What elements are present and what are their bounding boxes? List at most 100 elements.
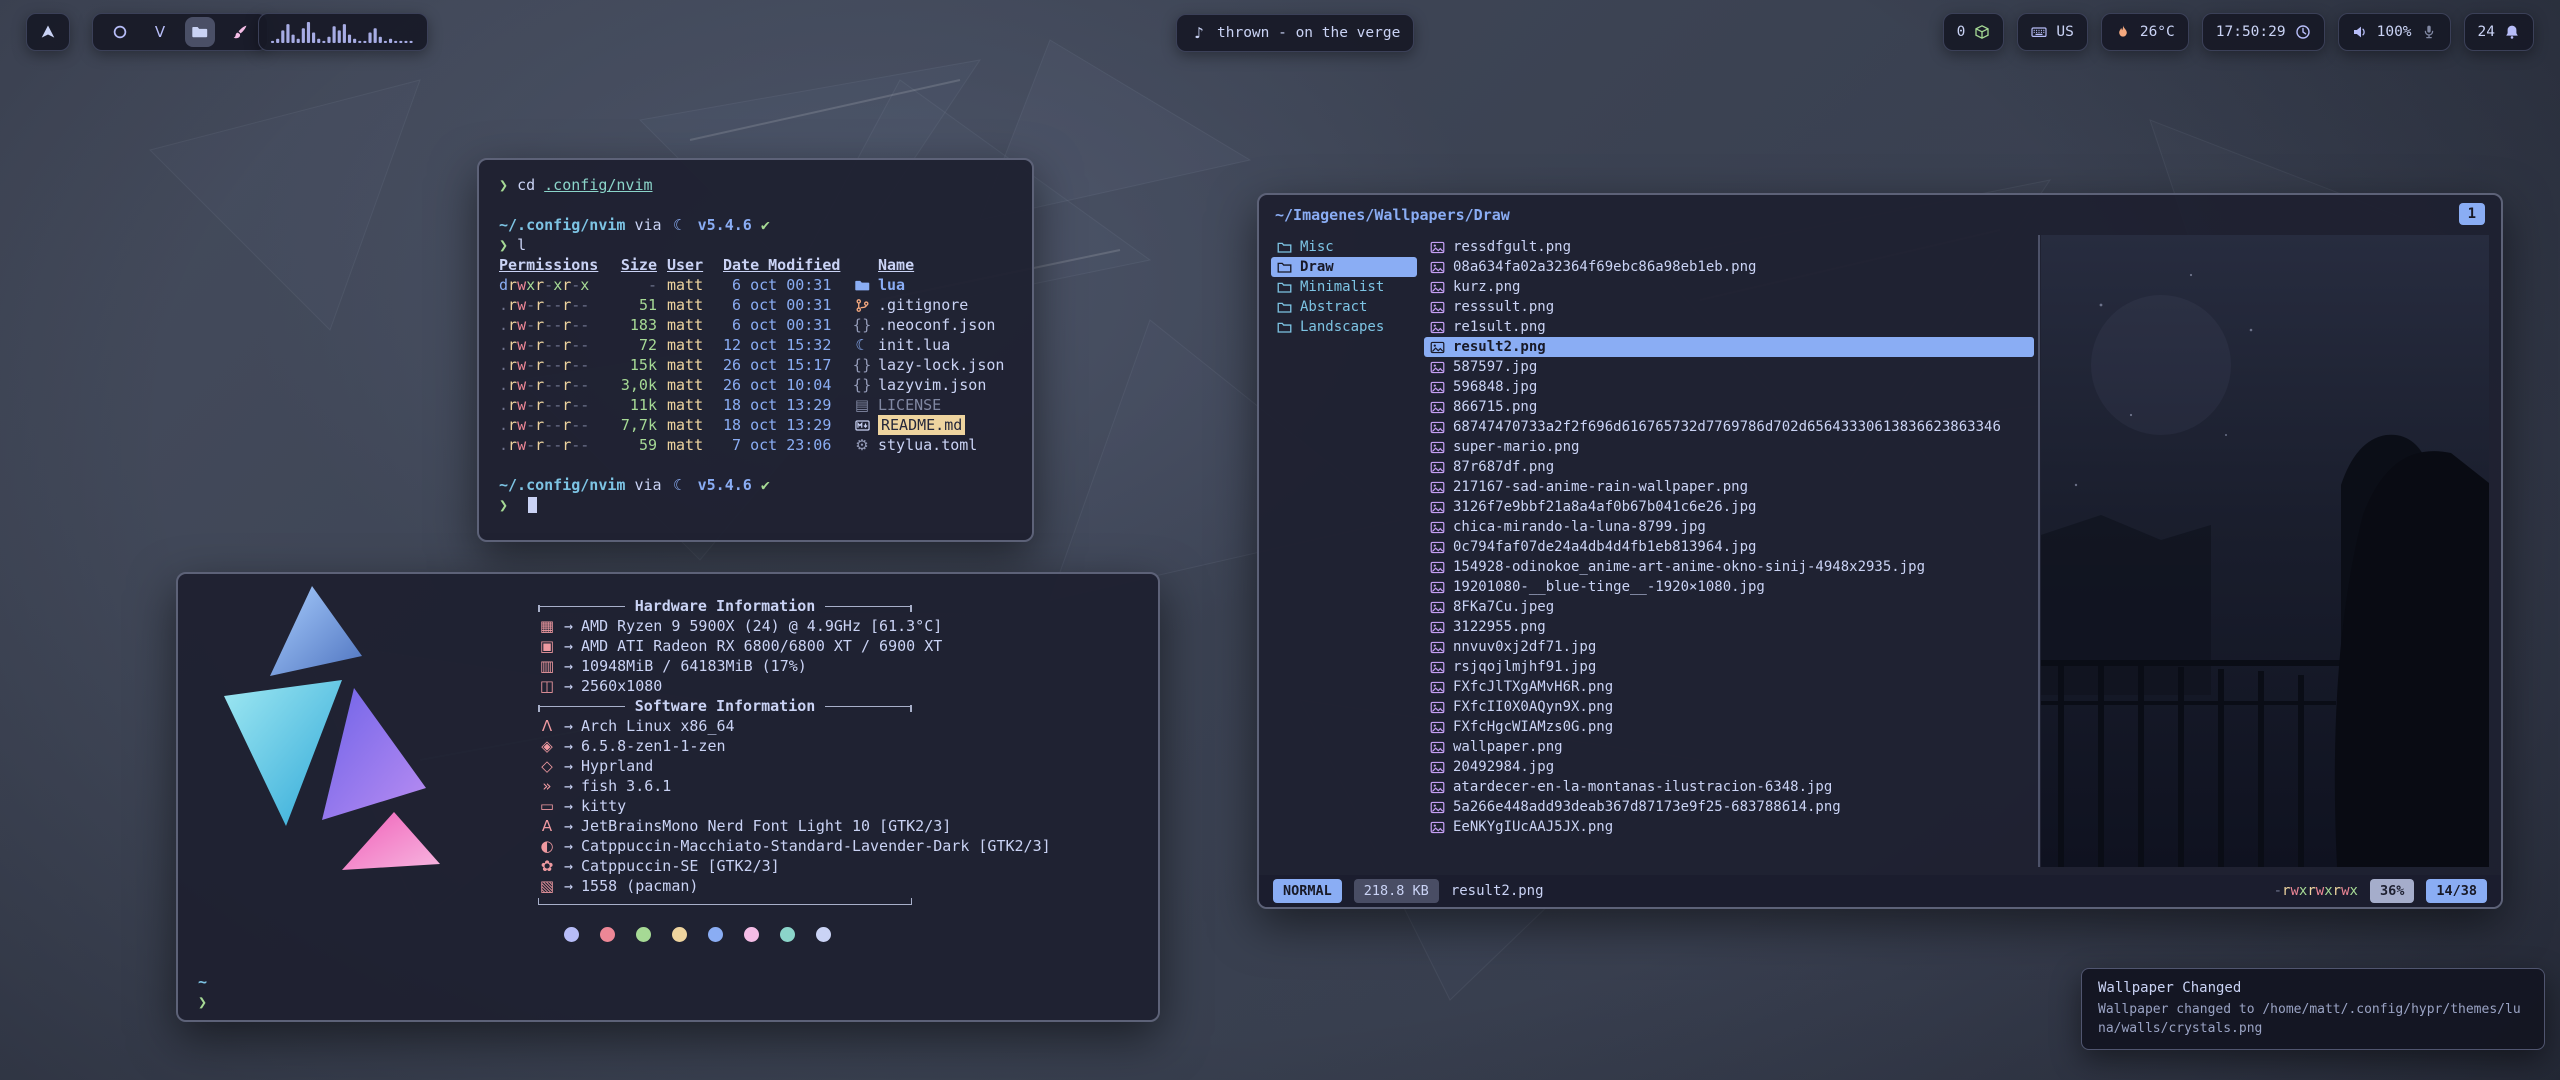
file-item[interactable]: 8FKa7Cu.jpeg — [1424, 597, 2034, 617]
image-icon — [1430, 340, 1445, 355]
fetch-info: Hardware Information▦→AMD Ryzen 9 5900X … — [538, 596, 1051, 942]
theme-icon: ◐ — [538, 839, 556, 854]
file-item[interactable]: atardecer-en-la-montanas-ilustracion-634… — [1424, 777, 2034, 797]
file-item[interactable]: 0c794faf07de24a4db4d4fb1eb813964.jpg — [1424, 537, 2034, 557]
launcher-button[interactable] — [26, 13, 70, 51]
file-manager-window[interactable]: ~/Imagenes/Wallpapers/Draw 1 MiscDrawMin… — [1257, 193, 2503, 909]
updates-module[interactable]: 0 — [1943, 13, 2005, 51]
music-widget[interactable]: ♪ thrown - on the verge — [1176, 14, 1414, 52]
fetch-row: ◫→2560x1080 — [538, 676, 1051, 696]
directory-item[interactable]: Abstract — [1271, 297, 1417, 317]
file-item[interactable]: EeNKYgIUcAAJ5JX.png — [1424, 817, 2034, 837]
file-item[interactable]: 19201080-__blue-tinge__-1920×1080.jpg — [1424, 577, 2034, 597]
file-item[interactable]: ressdfgult.png — [1424, 237, 2034, 257]
mode-badge: NORMAL — [1273, 879, 1342, 903]
terminal-icon: ▭ — [538, 799, 556, 814]
input-line[interactable]: ❯ — [499, 495, 1012, 515]
file-item[interactable]: resssult.png — [1424, 297, 2034, 317]
clock-module[interactable]: 17:50:29 — [2202, 13, 2325, 51]
file-item[interactable]: 217167-sad-anime-rain-wallpaper.png — [1424, 477, 2034, 497]
arch-icon: Λ — [538, 719, 556, 734]
notifications-module[interactable]: 24 — [2464, 13, 2534, 51]
file-item[interactable]: 68747470733a2f2f696d616765732d7769786d70… — [1424, 417, 2034, 437]
directory-item[interactable]: Landscapes — [1271, 317, 1417, 337]
file-item[interactable]: 154928-odinokoe_anime-art-anime-okno-sin… — [1424, 557, 2034, 577]
color-palette — [564, 927, 1051, 942]
file-item[interactable]: super-mario.png — [1424, 437, 2034, 457]
image-icon — [1430, 620, 1445, 635]
image-icon — [1430, 700, 1445, 715]
lua-moon-icon: ☾ — [671, 218, 689, 233]
fetch-row: Λ→Arch Linux x86_64 — [538, 716, 1051, 736]
image-icon — [1430, 300, 1445, 315]
dir-folder-icon — [1277, 240, 1292, 255]
file-item[interactable]: result2.png — [1424, 337, 2034, 357]
fetch-window[interactable]: Hardware Information▦→AMD Ryzen 9 5900X … — [176, 572, 1160, 1022]
listing-row: .rw-r--r--72matt12 oct 15:32☾init.lua — [499, 335, 1012, 355]
dock-item[interactable] — [185, 17, 215, 47]
image-icon — [1430, 360, 1445, 375]
file-item[interactable]: 596848.jpg — [1424, 377, 2034, 397]
file-item[interactable]: 87r687df.png — [1424, 457, 2034, 477]
shell-prompt[interactable]: ❯ — [198, 992, 207, 1012]
dock-item[interactable] — [225, 17, 255, 47]
palette-dot — [600, 927, 615, 942]
palette-dot — [636, 927, 651, 942]
file-item[interactable]: re1sult.png — [1424, 317, 2034, 337]
system-graph-widget[interactable] — [258, 13, 428, 51]
file-item[interactable]: 3122955.png — [1424, 617, 2034, 637]
keyboard-module[interactable]: US — [2017, 13, 2087, 51]
memory-icon: ▥ — [538, 659, 556, 674]
file-item[interactable]: 5a266e448add93deab367d87173e9f25-6837886… — [1424, 797, 2034, 817]
bell-icon — [2504, 24, 2520, 40]
brush-icon — [232, 24, 248, 40]
palette-dot — [816, 927, 831, 942]
dock-item[interactable]: V — [145, 17, 175, 47]
file-item[interactable]: FXfcII0X0AQyn9X.png — [1424, 697, 2034, 717]
image-icon — [1430, 460, 1445, 475]
file-item[interactable]: wallpaper.png — [1424, 737, 2034, 757]
file-item[interactable]: rsjqojlmjhf91.jpg — [1424, 657, 2034, 677]
browser-icon — [112, 24, 128, 40]
keyboard-icon — [2031, 24, 2047, 40]
file-item[interactable]: chica-mirando-la-luna-8799.jpg — [1424, 517, 2034, 537]
image-preview — [2041, 235, 2489, 867]
palette-dot — [708, 927, 723, 942]
directory-item[interactable]: Draw — [1271, 257, 1417, 277]
arrow-cursor-icon — [40, 24, 56, 40]
palette-dot — [744, 927, 759, 942]
file-item[interactable]: 587597.jpg — [1424, 357, 2034, 377]
image-icon — [1430, 540, 1445, 555]
file-item[interactable]: 866715.png — [1424, 397, 2034, 417]
gpu-icon: ▣ — [538, 639, 556, 654]
fetch-row: A→JetBrainsMono Nerd Font Light 10 [GTK2… — [538, 816, 1051, 836]
icons-icon: ✿ — [538, 859, 556, 874]
tab-badge[interactable]: 1 — [2459, 203, 2485, 225]
file-item[interactable]: nnvuv0xj2df71.jpg — [1424, 637, 2034, 657]
clock-icon — [2295, 24, 2311, 40]
listing-row: .rw-r--r--7,7kmatt18 oct 13:29README.md — [499, 415, 1012, 435]
directory-item[interactable]: Misc — [1271, 237, 1417, 257]
dock-item[interactable] — [105, 17, 135, 47]
shell-icon: » — [538, 779, 556, 794]
file-item[interactable]: 20492984.jpg — [1424, 757, 2034, 777]
fetch-row: ▥→10948MiB / 64183MiB (17%) — [538, 656, 1051, 676]
image-icon — [1430, 240, 1445, 255]
directory-item[interactable]: Minimalist — [1271, 277, 1417, 297]
temperature-module[interactable]: 26°C — [2101, 13, 2189, 51]
file-item[interactable]: FXfcJlTXgAMvH6R.png — [1424, 677, 2034, 697]
file-item[interactable]: 08a634fa02a32364f69ebc86a98eb1eb.png — [1424, 257, 2034, 277]
fetch-row: ▣→AMD ATI Radeon RX 6800/6800 XT / 6900 … — [538, 636, 1051, 656]
image-icon — [1430, 580, 1445, 595]
fetch-row: ▦→AMD Ryzen 9 5900X (24) @ 4.9GHz [61.3°… — [538, 616, 1051, 636]
fetch-row: ◇→Hyprland — [538, 756, 1051, 776]
notification-title: Wallpaper Changed — [2098, 980, 2528, 996]
notification-toast[interactable]: Wallpaper Changed Wallpaper changed to /… — [2081, 968, 2545, 1050]
volume-module[interactable]: 100% — [2338, 13, 2451, 51]
file-item[interactable]: kurz.png — [1424, 277, 2034, 297]
terminal-window[interactable]: ❯ cd .config/nvim ~/.config/nvim via ☾ v… — [477, 158, 1034, 542]
column-header: Name — [853, 255, 1012, 275]
breadcrumb: ~/Imagenes/Wallpapers/Draw — [1275, 205, 1510, 225]
file-item[interactable]: FXfcHgcWIAMzs0G.png — [1424, 717, 2034, 737]
file-item[interactable]: 3126f7e9bbf21a8a4af0b67b041c6e26.jpg — [1424, 497, 2034, 517]
